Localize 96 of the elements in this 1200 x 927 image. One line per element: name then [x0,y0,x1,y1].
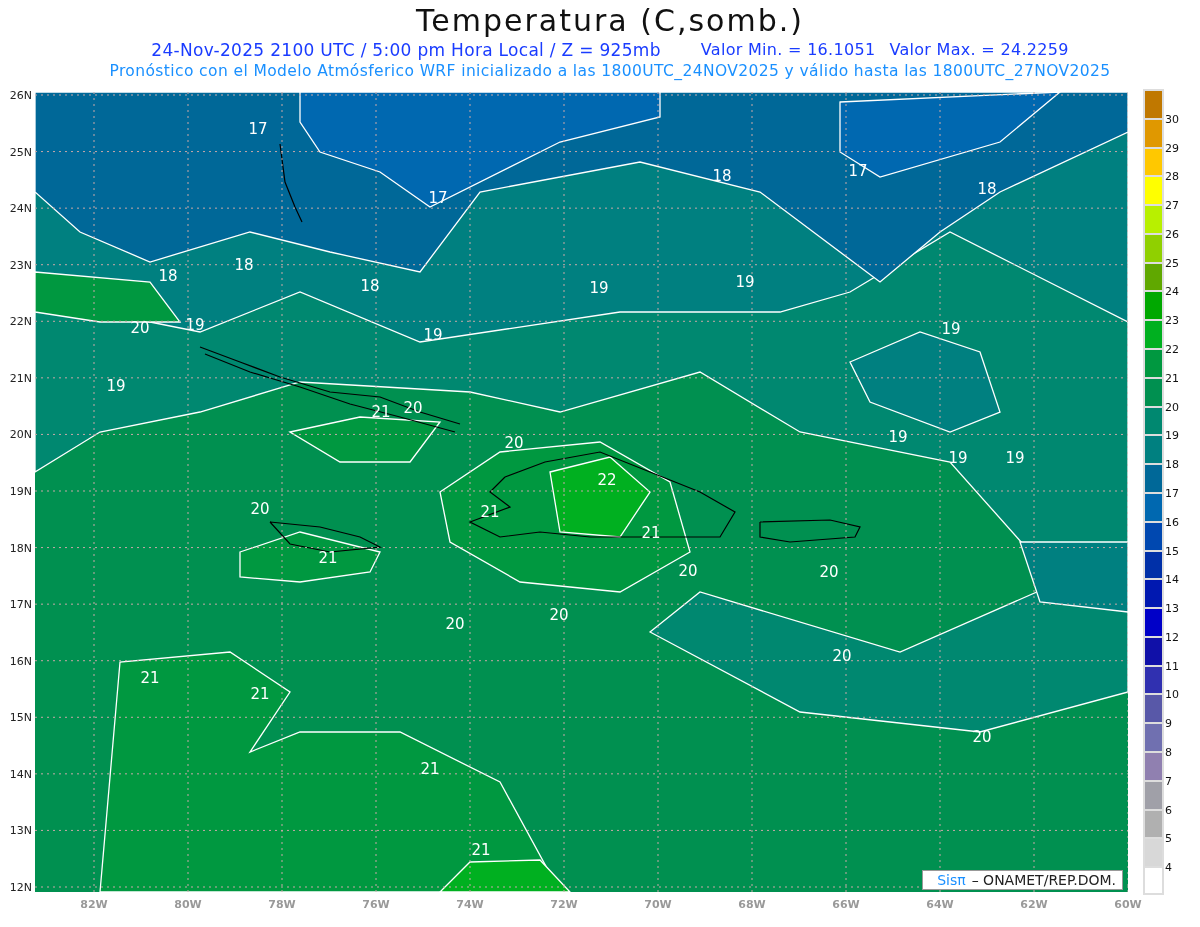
scale-label: 5 [1165,832,1172,846]
longitude-label: 82W [80,898,108,911]
scale-label: 30 [1165,112,1179,126]
contour-label: 19 [941,320,961,338]
latitude-label: 25N [9,145,32,159]
contour-label: 18 [977,180,997,198]
contour-label: 20 [504,434,524,452]
longitude-label: 60W [1114,898,1142,911]
contour-label: 17 [248,120,268,138]
contour-label: 20 [819,563,839,581]
contour-label: 19 [185,316,205,334]
longitude-label: 68W [738,898,766,911]
latitude-label: 26N [9,88,32,102]
contour-label: 20 [832,647,852,665]
contour-label: 22 [597,471,617,489]
contour-label: 21 [471,841,491,859]
scale-label: 18 [1165,458,1179,472]
contour-label: 20 [549,606,569,624]
forecast-time: 24-Nov-2025 2100 UTC / 5:00 pm Hora Local / Z = 925mb [151,40,661,62]
scale-label: 16 [1165,515,1179,529]
contour-label: 21 [641,524,661,542]
scale-label: 14 [1165,573,1179,587]
scale-label: 23 [1165,314,1179,328]
latitude-label: 21N [9,371,32,385]
contour-label: 17 [428,189,448,207]
contour-label: 21 [250,685,270,703]
contour-label: 20 [678,562,698,580]
contour-label: 21 [480,503,500,521]
scale-label: 27 [1165,199,1179,213]
longitude-label: 62W [1020,898,1048,911]
contour-label: 21 [140,669,160,687]
scale-label: 11 [1165,659,1179,673]
latitude-label: 15N [9,710,32,724]
contour-label: 19 [735,273,755,291]
latitude-label: 23N [9,258,32,272]
latitude-label: 19N [9,484,32,498]
contour-label: 20 [445,615,465,633]
contour-label: 21 [371,403,391,421]
min-value: Valor Min. = 16.1051 [700,40,876,61]
latitude-label: 20N [9,427,32,441]
brand-logo: Sisπ [937,872,966,888]
latitude-label: 22N [9,314,32,328]
latitude-label: 14N [9,767,32,781]
max-value: Valor Max. = 24.2259 [889,40,1069,61]
longitude-label: 76W [362,898,390,911]
scale-label: 21 [1165,371,1179,385]
scale-label: 28 [1165,170,1179,184]
scale-label: 29 [1165,141,1179,155]
longitude-label: 72W [550,898,578,911]
scale-label: 24 [1165,285,1179,299]
scale-label: 20 [1165,400,1179,414]
chart-title: Temperatura (C,somb.) [415,2,805,40]
contour-label: 18 [360,277,380,295]
scale-label: 9 [1165,717,1172,731]
latitude-label: 16N [9,654,32,668]
scale-label: 22 [1165,343,1179,357]
longitude-label: 74W [456,898,484,911]
contour-label: 19 [106,377,126,395]
forecast-note: Pronóstico con el Modelo Atmósferico WRF inicializado a las 1800UTC_24NOV2025 y válido hasta las 1800UTC_27NOV2025 [108,62,1112,82]
contour-label: 20 [250,500,270,518]
contour-label: 20 [403,399,423,417]
longitude-label: 80W [174,898,202,911]
contour-label: 19 [888,428,908,446]
contour-label: 21 [318,549,338,567]
credit-text: – ONAMET/REP.DOM. [971,872,1116,888]
scale-label: 6 [1165,803,1172,817]
scale-label: 15 [1165,544,1179,558]
contour-label: 20 [130,319,150,337]
scale-label: 7 [1165,774,1172,788]
contour-label: 20 [972,728,992,746]
longitude-label: 66W [832,898,860,911]
longitude-label: 78W [268,898,296,911]
scale-label: 13 [1165,602,1179,616]
latitude-label: 24N [9,201,32,215]
contour-label: 19 [589,279,609,297]
latitude-label: 18N [9,541,32,555]
contour-label: 17 [848,162,868,180]
contour-label: 21 [420,760,440,778]
longitude-label: 70W [644,898,672,911]
latitude-label: 13N [9,823,32,837]
contour-label: 18 [712,167,732,185]
scale-label: 8 [1165,745,1172,759]
scale-label: 25 [1165,256,1179,270]
scale-label: 17 [1165,486,1179,500]
latitude-label: 12N [9,880,32,894]
scale-label: 12 [1165,630,1179,644]
contour-label: 19 [1005,449,1025,467]
contour-label: 18 [234,256,254,274]
longitude-label: 64W [926,898,954,911]
contour-label: 18 [158,267,178,285]
scale-label: 4 [1165,861,1172,875]
scale-label: 10 [1165,688,1179,702]
scale-label: 19 [1165,429,1179,443]
latitude-label: 17N [9,597,32,611]
scale-label: 26 [1165,227,1179,241]
contour-label: 19 [948,449,968,467]
